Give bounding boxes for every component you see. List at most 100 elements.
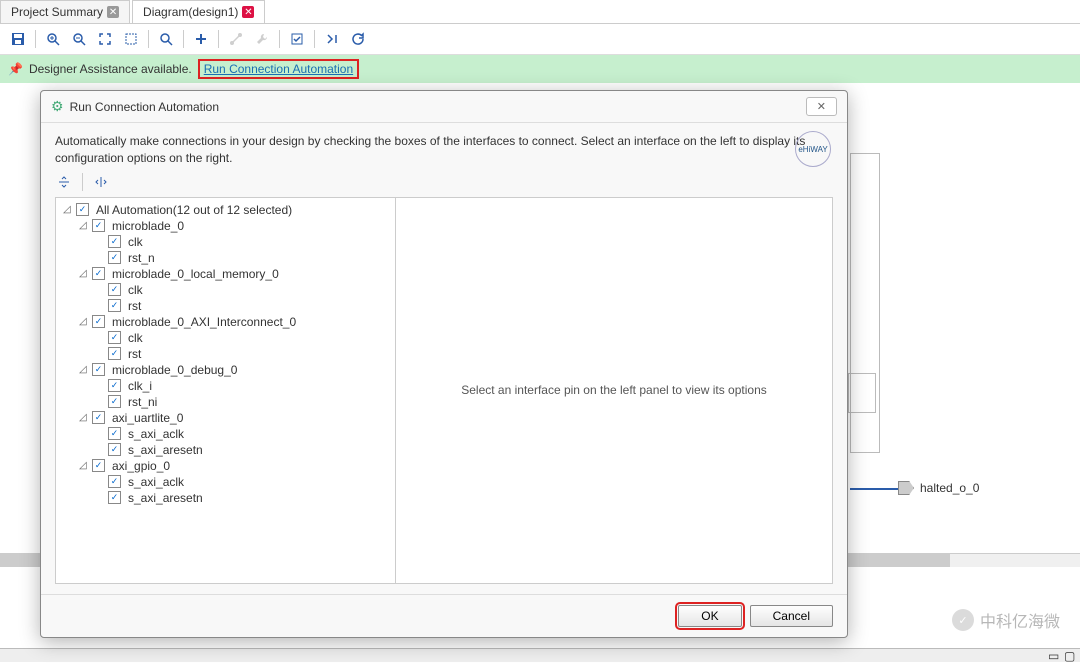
tree-item[interactable]: ✓ clk (60, 282, 391, 298)
restore-icon[interactable]: ▭ (1048, 649, 1060, 661)
tab-label: Project Summary (11, 5, 103, 19)
tree-item[interactable]: ✓ clk (60, 330, 391, 346)
dialog-close-button[interactable]: ✕ (806, 97, 837, 116)
tree-item-label: s_axi_aclk (128, 427, 184, 441)
checkbox[interactable]: ✓ (108, 491, 121, 504)
cancel-button[interactable]: Cancel (750, 605, 833, 627)
tree-item[interactable]: ✓ rst (60, 298, 391, 314)
expand-arrow-icon[interactable]: ◿ (79, 364, 89, 375)
watermark-text: 中科亿海微 (980, 608, 1060, 632)
tree-item-label: rst_n (128, 251, 155, 265)
tree-item-label: s_axi_aresetn (128, 491, 203, 505)
checkbox[interactable]: ✓ (108, 395, 121, 408)
port-polygon-icon (898, 481, 914, 495)
tree-item[interactable]: ◿✓ microblade_0_debug_0 (60, 362, 391, 378)
maximize-icon[interactable]: ▢ (1064, 649, 1076, 661)
dialog-description: Automatically make connections in your d… (55, 133, 833, 167)
expand-arrow-icon[interactable]: ◿ (63, 204, 73, 215)
fit-icon[interactable] (93, 28, 117, 50)
watermark: ✓ 中科亿海微 (952, 608, 1060, 632)
checkbox[interactable]: ✓ (108, 475, 121, 488)
tree-item[interactable]: ◿✓axi_gpio_0 (60, 458, 391, 474)
expand-arrow-icon[interactable]: ◿ (79, 316, 89, 327)
tree-item[interactable]: ◿✓ microblade_0 (60, 218, 391, 234)
checkbox[interactable]: ✓ (76, 203, 89, 216)
tree-item-label: s_axi_aclk (128, 475, 184, 489)
interface-tree[interactable]: ◿✓All Automation(12 out of 12 selected)◿… (56, 198, 396, 583)
validate-icon[interactable] (285, 28, 309, 50)
tree-item[interactable]: ✓ rst_ni (60, 394, 391, 410)
checkbox[interactable]: ✓ (108, 443, 121, 456)
tree-item-label: clk_i (128, 379, 152, 393)
expand-all-icon[interactable] (92, 174, 110, 190)
tree-item[interactable]: ✓ s_axi_aclk (60, 474, 391, 490)
tree-item[interactable]: ✓rst (60, 346, 391, 362)
checkbox[interactable]: ✓ (108, 299, 121, 312)
dialog-main: ◿✓All Automation(12 out of 12 selected)◿… (55, 197, 833, 584)
tab-diagram[interactable]: Diagram(design1) ✕ (132, 0, 265, 23)
wrench-icon[interactable] (250, 28, 274, 50)
tree-item[interactable]: ◿✓microblade_0_AXI_Interconnect_0 (60, 314, 391, 330)
collapse-all-icon[interactable] (55, 174, 73, 190)
tree-item[interactable]: ✓ clk_i (60, 378, 391, 394)
wire (850, 488, 898, 490)
save-icon[interactable] (6, 28, 30, 50)
checkbox[interactable]: ✓ (92, 411, 105, 424)
run-connection-automation-link[interactable]: Run Connection Automation (198, 59, 359, 79)
expand-arrow-icon[interactable]: ◿ (79, 460, 89, 471)
zoom-in-icon[interactable] (41, 28, 65, 50)
checkbox[interactable]: ✓ (108, 251, 121, 264)
checkbox[interactable]: ✓ (92, 219, 105, 232)
tree-item[interactable]: ✓ s_axi_aresetn (60, 442, 391, 458)
run-connection-automation-dialog: ⚙ Run Connection Automation ✕ Automatica… (40, 90, 848, 638)
checkbox[interactable]: ✓ (92, 363, 105, 376)
connector-icon[interactable] (224, 28, 248, 50)
close-icon[interactable]: ✕ (107, 6, 119, 18)
block-shape (848, 373, 876, 413)
tree-item-label: microblade_0 (112, 219, 184, 233)
output-port[interactable]: halted_o_0 (898, 481, 979, 495)
tree-item[interactable]: ◿✓ All Automation(12 out of 12 selected) (60, 202, 391, 218)
checkbox[interactable]: ✓ (92, 459, 105, 472)
status-bar: ▭ ▢ (0, 648, 1080, 662)
diagram-toolbar (0, 24, 1080, 55)
checkbox[interactable]: ✓ (108, 427, 121, 440)
checkbox[interactable]: ✓ (108, 235, 121, 248)
tree-item-label: clk (128, 331, 143, 345)
checkbox[interactable]: ✓ (108, 379, 121, 392)
wechat-icon: ✓ (952, 609, 974, 631)
tree-item[interactable]: ✓clk (60, 234, 391, 250)
dialog-toolbar (55, 167, 833, 197)
tree-item-label: rst_ni (128, 395, 157, 409)
tree-item-label: clk (128, 283, 143, 297)
tree-item-label: rst (128, 299, 141, 313)
dialog-title: Run Connection Automation (70, 100, 219, 114)
expand-arrow-icon[interactable]: ◿ (79, 220, 89, 231)
tree-item[interactable]: ✓ rst_n (60, 250, 391, 266)
checkbox[interactable]: ✓ (108, 283, 121, 296)
search-icon[interactable] (154, 28, 178, 50)
select-icon[interactable] (119, 28, 143, 50)
tree-item-label: All Automation(12 out of 12 selected) (96, 203, 292, 217)
ok-button[interactable]: OK (678, 605, 741, 627)
port-label: halted_o_0 (920, 481, 979, 495)
checkbox[interactable]: ✓ (92, 267, 105, 280)
regenerate-icon[interactable] (320, 28, 344, 50)
tree-item-label: s_axi_aresetn (128, 443, 203, 457)
tree-item[interactable]: ◿✓axi_uartlite_0 (60, 410, 391, 426)
checkbox[interactable]: ✓ (108, 331, 121, 344)
zoom-out-icon[interactable] (67, 28, 91, 50)
add-icon[interactable] (189, 28, 213, 50)
tree-item[interactable]: ✓ s_axi_aresetn (60, 490, 391, 506)
tree-item[interactable]: ✓ s_axi_aclk (60, 426, 391, 442)
expand-arrow-icon[interactable]: ◿ (79, 412, 89, 423)
close-icon[interactable]: ✕ (242, 6, 254, 18)
checkbox[interactable]: ✓ (108, 347, 121, 360)
dialog-footer: OK Cancel (41, 594, 847, 637)
tab-project-summary[interactable]: Project Summary ✕ (0, 0, 130, 23)
refresh-icon[interactable] (346, 28, 370, 50)
tree-item-label: microblade_0_debug_0 (112, 363, 237, 377)
checkbox[interactable]: ✓ (92, 315, 105, 328)
tree-item[interactable]: ◿✓microblade_0_local_memory_0 (60, 266, 391, 282)
expand-arrow-icon[interactable]: ◿ (79, 268, 89, 279)
